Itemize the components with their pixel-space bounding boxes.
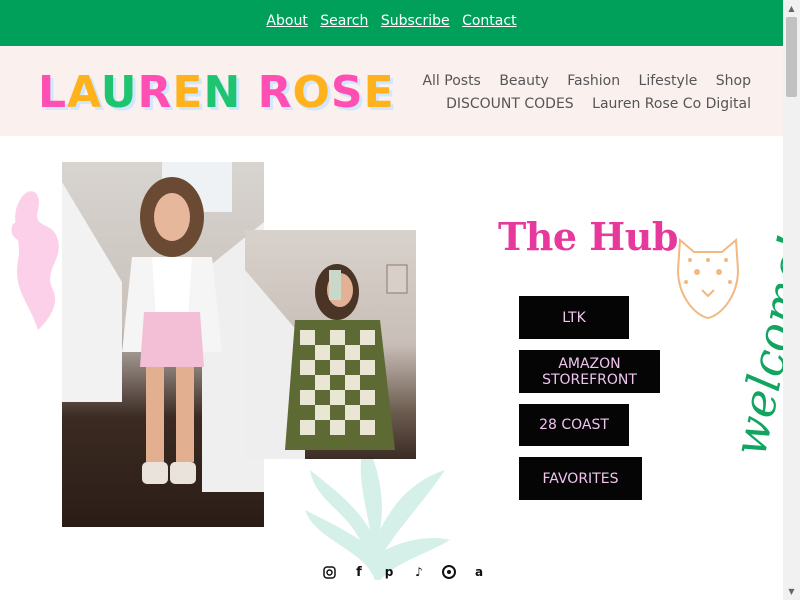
nav-lauren-rose-co-digital[interactable]: Lauren Rose Co Digital bbox=[592, 96, 751, 112]
main-nav: All Posts Beauty Fashion Lifestyle Shop … bbox=[408, 70, 751, 116]
social-icons: f p ♪ a bbox=[322, 565, 486, 580]
nav-shop[interactable]: Shop bbox=[716, 73, 751, 89]
cheetah-illustration bbox=[676, 237, 740, 320]
amazon-storefront-button[interactable]: AMAZON STOREFRONT bbox=[519, 350, 660, 393]
pink-coral-decoration bbox=[11, 191, 59, 330]
logo-letter: N bbox=[203, 67, 242, 118]
top-nav-about[interactable]: About bbox=[266, 13, 307, 29]
site-header: LAUREN ROSE All Posts Beauty Fashion Lif… bbox=[0, 46, 783, 136]
top-nav-subscribe[interactable]: Subscribe bbox=[381, 13, 450, 29]
favorites-button[interactable]: FAVORITES bbox=[519, 457, 642, 500]
nav-discount-codes[interactable]: DISCOUNT CODES bbox=[446, 96, 574, 112]
photo-illustration bbox=[245, 264, 408, 459]
fashion-photo-white-blazer bbox=[62, 162, 264, 527]
logo-letter: U bbox=[100, 67, 138, 118]
scrollbar-thumb[interactable] bbox=[786, 17, 797, 97]
ltk-button[interactable]: LTK bbox=[519, 296, 629, 339]
28-coast-button[interactable]: 28 COAST bbox=[519, 404, 629, 446]
amazon-icon[interactable]: a bbox=[472, 565, 486, 579]
logo-letter: O bbox=[292, 67, 331, 118]
nav-fashion[interactable]: Fashion bbox=[567, 73, 620, 89]
logo-letter: S bbox=[330, 67, 364, 118]
facebook-icon[interactable]: f bbox=[352, 565, 366, 580]
tiktok-icon[interactable]: ♪ bbox=[412, 565, 426, 579]
scroll-up-arrow-icon[interactable]: ▲ bbox=[783, 0, 800, 17]
top-nav-contact[interactable]: Contact bbox=[462, 13, 516, 29]
logo-letter: R bbox=[257, 67, 293, 118]
logo-letter: E bbox=[172, 67, 204, 118]
logo-letter: R bbox=[137, 67, 173, 118]
hub-title: The Hub bbox=[498, 214, 678, 259]
logo-letter bbox=[241, 67, 257, 118]
top-nav: About Search Subscribe Contact bbox=[0, 13, 783, 29]
top-bar: About Search Subscribe Contact bbox=[0, 0, 783, 46]
logo-letter: A bbox=[67, 67, 101, 118]
nav-beauty[interactable]: Beauty bbox=[499, 73, 548, 89]
instagram-icon[interactable] bbox=[322, 565, 336, 579]
photo-illustration bbox=[62, 162, 264, 492]
pinterest-icon[interactable]: p bbox=[382, 565, 396, 579]
nav-all-posts[interactable]: All Posts bbox=[422, 73, 480, 89]
top-nav-search[interactable]: Search bbox=[320, 13, 368, 29]
logo-letter: E bbox=[363, 67, 395, 118]
scroll-down-arrow-icon[interactable]: ▼ bbox=[783, 583, 800, 600]
site-logo[interactable]: LAUREN ROSE bbox=[38, 68, 395, 118]
logo-letter: L bbox=[38, 67, 68, 118]
nav-lifestyle[interactable]: Lifestyle bbox=[639, 73, 698, 89]
ltk-icon[interactable] bbox=[442, 565, 456, 579]
fashion-photo-checkered-cardigan bbox=[245, 230, 416, 459]
